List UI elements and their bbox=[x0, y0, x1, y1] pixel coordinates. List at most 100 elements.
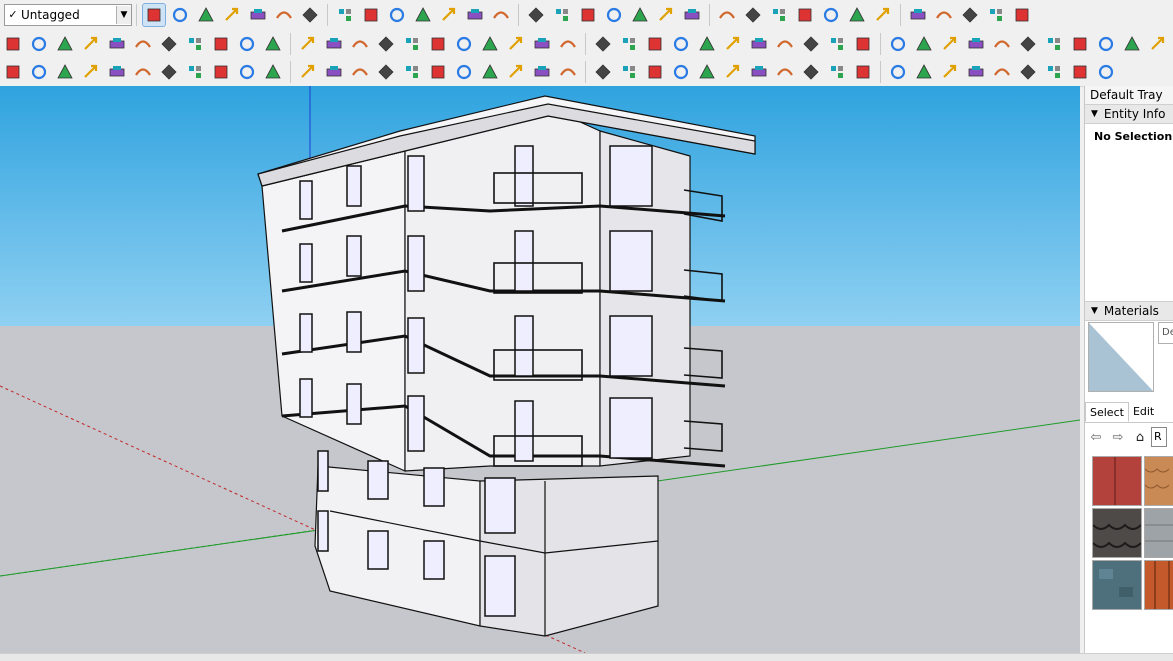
spread-icon[interactable] bbox=[826, 61, 848, 83]
textured-style-icon[interactable] bbox=[985, 4, 1007, 26]
dome-icon[interactable] bbox=[722, 61, 744, 83]
slate-shingle-swatch[interactable] bbox=[1092, 508, 1142, 558]
mail-icon[interactable] bbox=[236, 61, 258, 83]
tape-icon[interactable] bbox=[412, 4, 434, 26]
dots-icon[interactable] bbox=[991, 33, 1013, 55]
stack-line-icon[interactable] bbox=[800, 61, 822, 83]
stripes-icon[interactable] bbox=[939, 61, 961, 83]
cylinder-icon[interactable] bbox=[644, 33, 666, 55]
curve-red-icon[interactable] bbox=[618, 61, 640, 83]
flag-icon[interactable] bbox=[236, 33, 258, 55]
grid3-icon[interactable] bbox=[939, 33, 961, 55]
copy-red-icon[interactable] bbox=[748, 33, 770, 55]
sun-icon[interactable] bbox=[2, 61, 24, 83]
sandbox-icon[interactable] bbox=[132, 33, 154, 55]
arrow4-icon[interactable] bbox=[618, 33, 640, 55]
tile-icon[interactable] bbox=[887, 33, 909, 55]
book-icon[interactable] bbox=[106, 33, 128, 55]
collapse-triangle-icon[interactable]: ▼ bbox=[1091, 105, 1098, 123]
red-metal-swatch[interactable] bbox=[1092, 456, 1142, 506]
solid-tools-icon[interactable] bbox=[681, 4, 703, 26]
line-red-icon[interactable] bbox=[592, 61, 614, 83]
grid-line-icon[interactable] bbox=[696, 61, 718, 83]
camera-icon[interactable] bbox=[54, 61, 76, 83]
flag2-icon[interactable] bbox=[991, 61, 1013, 83]
box3-icon[interactable] bbox=[1121, 33, 1143, 55]
cut-icon[interactable] bbox=[54, 33, 76, 55]
box2-icon[interactable] bbox=[1095, 33, 1117, 55]
tree-icon[interactable] bbox=[106, 61, 128, 83]
line-icon[interactable] bbox=[195, 4, 217, 26]
refresh-icon[interactable] bbox=[28, 61, 50, 83]
gear-icon[interactable] bbox=[210, 61, 232, 83]
frame2-icon[interactable] bbox=[965, 61, 987, 83]
bezier-icon[interactable] bbox=[297, 61, 319, 83]
terracotta-shingle-swatch[interactable] bbox=[1144, 456, 1173, 506]
stair-icon[interactable] bbox=[670, 61, 692, 83]
spread3-icon[interactable] bbox=[887, 61, 909, 83]
cube-red-icon[interactable] bbox=[800, 33, 822, 55]
stack-icon[interactable] bbox=[1043, 33, 1065, 55]
move-icon[interactable] bbox=[334, 4, 356, 26]
forward-arrow-icon[interactable]: ⇨ bbox=[1107, 427, 1129, 447]
tag-dropdown[interactable]: ✓ Untagged ▼ bbox=[4, 3, 132, 26]
orbit3d-icon[interactable] bbox=[557, 33, 579, 55]
back-arrow-icon[interactable]: ⇦ bbox=[1085, 427, 1107, 447]
array-icon[interactable] bbox=[826, 33, 848, 55]
plus-icon[interactable] bbox=[375, 33, 397, 55]
clay-tile-swatch[interactable] bbox=[1144, 560, 1173, 610]
orbit-icon[interactable] bbox=[490, 4, 512, 26]
scatter-icon[interactable] bbox=[965, 33, 987, 55]
tab-select[interactable]: Select bbox=[1085, 402, 1129, 422]
layers-icon[interactable] bbox=[655, 4, 677, 26]
box4-icon[interactable] bbox=[1147, 33, 1169, 55]
push-pull-icon[interactable] bbox=[273, 4, 295, 26]
box-icon[interactable] bbox=[1069, 33, 1091, 55]
xray-style-icon[interactable] bbox=[907, 4, 929, 26]
cabinet-icon[interactable] bbox=[262, 33, 284, 55]
material-name-field[interactable]: De bbox=[1158, 322, 1173, 344]
info-icon[interactable] bbox=[262, 61, 284, 83]
entity-info-header[interactable]: ▼ Entity Info bbox=[1085, 104, 1173, 124]
fan-icon[interactable] bbox=[774, 61, 796, 83]
top-view-icon[interactable] bbox=[768, 4, 790, 26]
hatch4-icon[interactable] bbox=[1095, 61, 1117, 83]
cross-icon[interactable] bbox=[401, 33, 423, 55]
vertex-icon[interactable] bbox=[349, 33, 371, 55]
home-icon[interactable]: ⌂ bbox=[1129, 427, 1151, 447]
pan-icon[interactable] bbox=[525, 4, 547, 26]
undo-icon[interactable] bbox=[670, 33, 692, 55]
model-viewport[interactable] bbox=[0, 86, 1080, 653]
angle-icon[interactable] bbox=[557, 61, 579, 83]
select-icon[interactable] bbox=[142, 2, 166, 27]
ring-icon[interactable] bbox=[748, 61, 770, 83]
rectangle-icon[interactable] bbox=[247, 4, 269, 26]
back-view-icon[interactable] bbox=[846, 4, 868, 26]
fill-icon[interactable] bbox=[80, 33, 102, 55]
cloud-icon[interactable] bbox=[184, 61, 206, 83]
hatch3-icon[interactable] bbox=[1069, 61, 1091, 83]
bounce-icon[interactable] bbox=[592, 33, 614, 55]
viewport-canvas[interactable] bbox=[0, 86, 1080, 653]
shaded-style-icon[interactable] bbox=[959, 4, 981, 26]
clip-icon[interactable] bbox=[375, 61, 397, 83]
materials-header[interactable]: ▼ Materials bbox=[1085, 301, 1173, 321]
lasso-icon[interactable] bbox=[401, 61, 423, 83]
rect-frame-icon[interactable] bbox=[184, 33, 206, 55]
account-icon[interactable] bbox=[716, 4, 738, 26]
grey-tile-swatch[interactable] bbox=[1144, 508, 1173, 558]
grid-icon[interactable] bbox=[210, 33, 232, 55]
hatch2-icon[interactable] bbox=[1043, 61, 1065, 83]
frame-icon[interactable] bbox=[852, 33, 874, 55]
pyramid-icon[interactable] bbox=[453, 33, 475, 55]
right-view-icon[interactable] bbox=[820, 4, 842, 26]
scale-icon[interactable] bbox=[386, 4, 408, 26]
weld2-icon[interactable] bbox=[349, 61, 371, 83]
curve-icon[interactable] bbox=[158, 33, 180, 55]
blue-grey-stone-swatch[interactable] bbox=[1092, 560, 1142, 610]
material-library-select[interactable]: R bbox=[1151, 427, 1167, 447]
eraser-icon[interactable] bbox=[169, 4, 191, 26]
collapse-triangle-icon[interactable]: ▼ bbox=[1091, 302, 1098, 320]
spread2-icon[interactable] bbox=[852, 61, 874, 83]
wireframe-style-icon[interactable] bbox=[933, 4, 955, 26]
